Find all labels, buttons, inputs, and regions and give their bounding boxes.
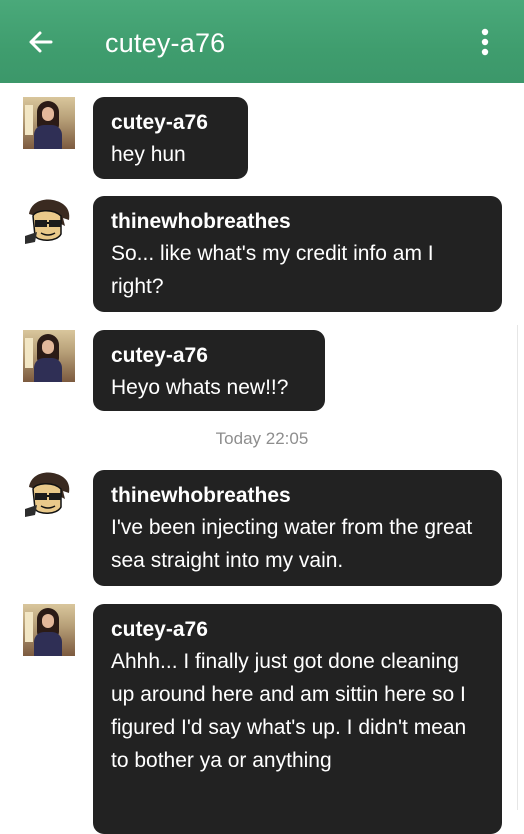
arrow-left-icon — [29, 31, 53, 53]
more-options-button[interactable] — [470, 24, 500, 60]
date-separator: Today 22:05 — [215, 429, 309, 448]
avatar[interactable] — [23, 469, 75, 521]
message-text: Heyo whats new!!? — [111, 376, 289, 399]
cartoon-face-icon — [25, 472, 70, 517]
avatar[interactable] — [23, 97, 75, 149]
message-bubble: thinewhobreathes So... like what's my cr… — [93, 196, 502, 312]
message-text: Ahhh... I finally just got done cleaning… — [111, 650, 467, 772]
message-text: I've been injecting water from the great… — [111, 516, 473, 572]
conversation-title: cutey-a76 — [105, 28, 226, 58]
scrollbar-track — [517, 325, 518, 810]
message-sender[interactable]: thinewhobreathes — [111, 208, 484, 236]
message-sender[interactable]: thinewhobreathes — [111, 482, 484, 510]
message-sender[interactable]: cutey-a76 — [111, 616, 484, 644]
avatar[interactable] — [23, 196, 75, 248]
message-sender[interactable]: cutey-a76 — [111, 109, 230, 137]
cartoon-face-icon — [25, 199, 70, 244]
message-bubble: cutey-a76 Ahhh... I finally just got don… — [93, 604, 502, 834]
back-button[interactable] — [20, 22, 60, 62]
message-bubble: cutey-a76 hey hun — [93, 97, 248, 179]
app-header: cutey-a76 — [0, 0, 524, 83]
message-bubble: thinewhobreathes I've been injecting wat… — [93, 470, 502, 586]
avatar[interactable] — [23, 330, 75, 382]
more-vertical-icon — [481, 28, 489, 56]
avatar[interactable] — [23, 604, 75, 656]
message-text: hey hun — [111, 143, 186, 166]
message-bubble: cutey-a76 Heyo whats new!!? — [93, 330, 325, 411]
message-sender[interactable]: cutey-a76 — [111, 342, 307, 370]
message-text: So... like what's my credit info am I ri… — [111, 242, 434, 298]
